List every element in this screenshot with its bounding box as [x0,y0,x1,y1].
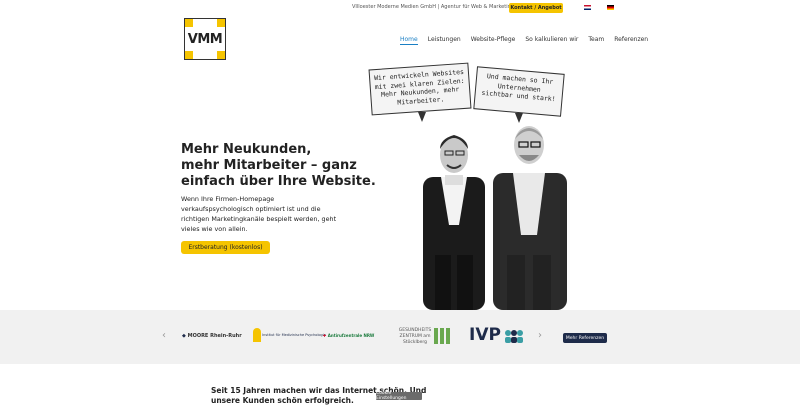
de-flag-icon[interactable] [607,5,614,10]
partner-logo-ivp[interactable]: IVP [469,325,501,345]
hero-text-line: verkaufspsychologisch optimiert ist und … [181,205,321,213]
hero-title-line: Mehr Neukunden, [181,142,312,157]
partner-logo-label: MOORE Rhein-Ruhr [187,333,242,339]
person-right [493,126,567,310]
gesundheitszentrum-logo-icon [434,328,450,344]
hero-text-line: richtigen Marketingkanäle bespielt werde… [181,215,337,223]
speech-bubble-left: Wir entwickeln Websites mit zwei klaren … [368,62,472,116]
hero-description: Wenn Ihre Firmen-Homepage verkaufspsycho… [181,194,361,234]
hero-title: Mehr Neukunden, mehr Mitarbeiter – ganz … [181,142,381,190]
hero-text-line: Wenn Ihre Firmen-Homepage [181,195,275,203]
partner-logo-gesundheitszentrum[interactable]: GESUNDHEITS ZENTRUM am Stöcklberg [393,328,437,346]
partner-logo-label: GESUNDHEITS ZENTRUM am Stöcklberg [398,328,432,345]
partner-logo-label: Antirufzentrale NRW [327,333,375,338]
partner-logo-label: IVP [469,325,501,345]
hero-text-line: vieles wie von allein. [181,225,248,233]
ivp-people-icon [503,328,525,343]
chevron-right-icon[interactable]: › [538,330,542,341]
partner-logo-moore[interactable]: ◆ MOORE Rhein-Ruhr [182,333,242,339]
speech-bubble-right: Und machen so Ihr Unternehmen sichtbar u… [473,66,565,117]
person-left [423,135,485,310]
partner-logo-antiruf[interactable]: ✚ Antirufzentrale NRW [323,333,374,338]
hero-title-line: einfach über Ihre Website. [181,174,376,189]
nav-item-so-kalkulieren-wir[interactable]: So kalkulieren wir [525,36,578,45]
hero-title-line: mehr Mitarbeiter – ganz [181,158,357,173]
main-nav: Home Leistungen Website-Pflege So kalkul… [400,36,648,45]
chevron-left-icon[interactable]: ‹ [162,330,166,341]
nav-item-leistungen[interactable]: Leistungen [428,36,461,45]
mehr-referenzen-button[interactable]: Mehr Referenzen [563,333,607,343]
nav-item-team[interactable]: Team [588,36,604,45]
header-tagline: VIlloester Moderne Medien GmbH | Agentur… [352,4,514,10]
team-photo [423,126,567,310]
partner-logo-institut[interactable]: Institut für Medizinische Psychologie [253,328,326,342]
partner-logo-label: Institut für Medizinische Psychologie [262,333,326,337]
en-flag-icon[interactable] [584,5,591,10]
nav-item-referenzen[interactable]: Referenzen [614,36,648,45]
logo-text: VMM [187,32,223,47]
contact-button[interactable]: Kontakt / Angebot [509,3,563,13]
institut-logo-icon [253,328,261,342]
logo[interactable]: VMM [184,18,226,60]
nav-item-home[interactable]: Home [400,36,418,45]
cookie-settings-button[interactable]: Cookie Einstellungen [376,391,422,401]
nav-item-website-pflege[interactable]: Website-Pflege [471,36,516,45]
erstberatung-button[interactable]: Erstberatung (kostenlos) [181,241,270,254]
